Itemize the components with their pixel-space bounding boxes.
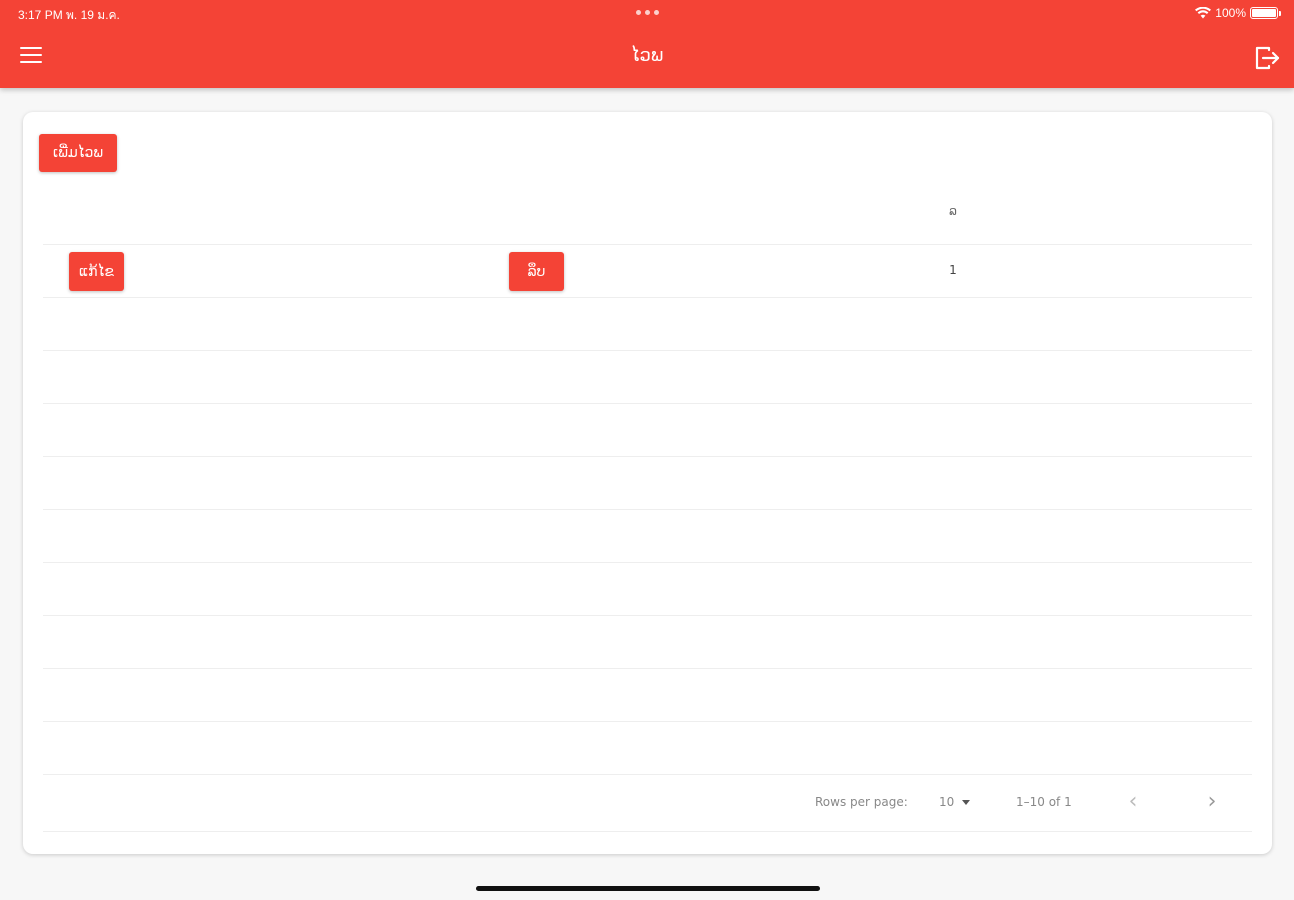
rows-per-page-select[interactable]: 10 [939,795,971,809]
battery-icon [1250,7,1281,19]
chevron-right-icon[interactable]: › [1197,786,1227,818]
table-header-row: ລ [43,188,1252,245]
data-table: ລ ແກ້ໄຂ ລຶບ 1 [43,188,1252,775]
battery-percent: 100% [1215,6,1246,20]
wifi-icon [1195,7,1212,19]
empty-row [43,510,1252,563]
table-pagination: Rows per page: 10 1–10 of 1 ‹ › [43,774,1252,832]
empty-row [43,669,1252,722]
empty-row [43,298,1252,351]
multitasking-dots-icon[interactable] [636,10,659,15]
empty-row [43,404,1252,457]
delete-button[interactable]: ລຶບ [509,252,564,291]
content-card: ເພີ່ມໄວພ ລ ແກ້ໄຂ ລຶບ 1 Rows per page: 10… [23,112,1272,854]
status-right: 100% [1195,6,1281,20]
empty-row [43,457,1252,510]
status-time-date: 3:17 PM พ. 19 ม.ค. [18,8,120,22]
column-header[interactable]: ລ [933,204,973,218]
empty-row [43,563,1252,616]
pagination-range: 1–10 of 1 [1016,795,1072,809]
empty-row [43,722,1252,775]
caret-down-icon[interactable] [962,799,971,805]
empty-row [43,616,1252,669]
home-indicator[interactable] [476,886,820,891]
chevron-left-icon[interactable]: ‹ [1118,786,1148,818]
table-cell-value: 1 [949,263,957,277]
page-title: ໄວພ [630,45,664,66]
logout-icon[interactable] [1254,45,1282,71]
edit-button[interactable]: ແກ້ໄຂ [69,252,124,291]
empty-row [43,351,1252,404]
add-button[interactable]: ເພີ່ມໄວພ [39,134,117,172]
rows-per-page-value[interactable]: 10 [939,795,954,809]
app-bar: 3:17 PM พ. 19 ม.ค. 100% ໄວພ [0,0,1294,88]
rows-per-page-label: Rows per page: [815,795,908,809]
table-row: ແກ້ໄຂ ລຶບ 1 [43,245,1252,298]
